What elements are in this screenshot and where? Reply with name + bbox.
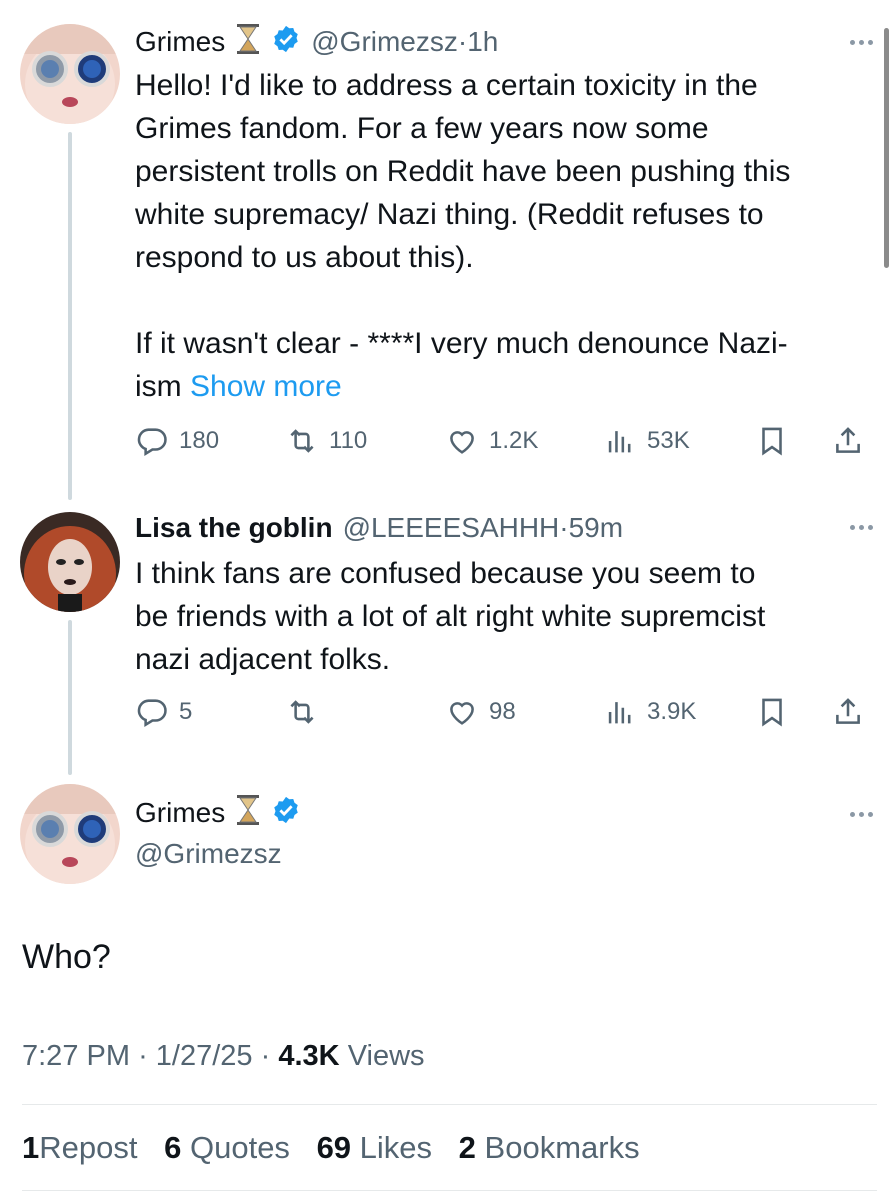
author-handle[interactable]: @LEEEESAHHH [343,512,560,544]
like-icon [445,695,479,729]
likes-stat[interactable]: 69 Likes [317,1130,432,1165]
quotes-stat[interactable]: 6 Quotes [164,1130,290,1165]
like-count: 98 [489,698,516,725]
share-icon [831,424,865,458]
share-icon [831,695,865,729]
reply-button[interactable]: 180 [135,421,219,461]
views-count: 3.9K [647,698,697,725]
tweet-time[interactable]: 1h [467,26,498,58]
avatar-lisa[interactable] [20,512,120,612]
bookmark-icon [755,424,789,458]
views-button[interactable]: 3.9K [603,692,696,732]
reposts-count: 1 [22,1130,40,1165]
reply-icon [135,695,169,729]
author-handle[interactable]: @Grimezsz [135,838,282,870]
reply-button[interactable]: 5 [135,692,192,732]
separator-dot: · [559,512,569,543]
text-line: I think fans are confused because you se… [135,557,756,590]
author-handle[interactable]: @Grimezsz [311,26,458,58]
main-tweet-text: Who? [22,938,111,976]
reposts-label: Repost [39,1130,138,1165]
tweet-date[interactable]: 1/27/25 [156,1040,253,1072]
separator-dot: · [457,26,468,57]
tweet-time[interactable]: 7:27 PM [22,1040,130,1072]
divider [22,1190,877,1191]
like-button[interactable]: 98 [445,692,516,732]
like-icon [445,424,479,458]
text-line: Grimes fandom. For a few years now some [135,112,709,145]
scrollbar[interactable] [884,28,889,268]
bookmarks-label: Bookmarks [484,1130,640,1165]
quotes-count: 6 [164,1130,182,1165]
like-count: 1.2K [489,427,539,454]
repost-count: 110 [329,427,368,454]
tweet-meta: 7:27 PM · 1/27/25 · 4.3K Views [22,1040,425,1073]
separator-dot: · [260,1040,271,1072]
reposts-stat[interactable]: 1Repost [22,1130,137,1165]
avatar-grimes[interactable] [20,24,120,124]
author-name[interactable]: Lisa the goblin [135,512,333,544]
show-more-link[interactable]: Show more [190,370,342,403]
hourglass-icon [235,23,261,62]
tweet-header: Grimes [135,794,301,833]
author-name[interactable]: Grimes [135,26,225,58]
thread-line [68,620,72,775]
bookmark-button[interactable] [755,421,789,461]
share-button[interactable] [831,421,865,461]
likes-label: Likes [359,1130,433,1165]
tweet-header: Lisa the goblin @LEEEESAHHH · 59m [135,510,623,546]
bookmark-icon [755,695,789,729]
bookmarks-stat[interactable]: 2 Bookmarks [459,1130,640,1165]
bookmarks-count: 2 [458,1130,476,1165]
tweet-actions: 180 110 1.2K 53K [135,421,870,461]
share-button[interactable] [831,692,865,732]
text-line: respond to us about this). [135,241,474,274]
bookmark-button[interactable] [755,692,789,732]
avatar-grimes[interactable] [20,784,120,884]
text-line: white supremacy/ Nazi thing. (Reddit ref… [135,198,764,231]
views-count: 53K [647,427,690,454]
more-icon[interactable] [850,812,873,817]
separator-dot: · [138,1040,148,1072]
tweet-header: Grimes @Grimezsz · 1h [135,23,498,62]
views-label: Views [347,1040,425,1072]
text-line: ism Show more [135,365,875,408]
views-icon [603,695,637,729]
repost-button[interactable]: 110 [285,421,367,461]
views-icon [603,424,637,458]
repost-icon [285,424,319,458]
verified-badge-icon [271,24,301,61]
tweet-time[interactable]: 59m [569,512,623,544]
tweet-actions: 5 98 3.9K [135,692,870,732]
divider [22,1104,877,1105]
views-count: 4.3K [278,1040,340,1072]
quotes-label: Quotes [189,1130,290,1165]
tweet-text: I think fans are confused because you se… [135,552,875,681]
text-line-end: ism [135,370,182,403]
repost-button[interactable] [285,692,319,732]
engagement-stats: 1Repost 6 Quotes 69 Likes 2 Bookmarks [22,1130,658,1166]
reply-count: 5 [179,698,193,725]
text-line: nazi adjacent folks. [135,643,391,676]
tweet-text: Hello! I'd like to address a certain tox… [135,64,875,408]
text-line: Hello! I'd like to address a certain tox… [135,69,758,102]
more-icon[interactable] [850,525,873,530]
text-line [135,279,875,322]
reply-count: 180 [179,427,220,454]
verified-badge-icon [271,795,301,832]
thread-line [68,132,72,500]
likes-count: 69 [316,1130,352,1165]
views-button[interactable]: 53K [603,421,690,461]
repost-icon [285,695,319,729]
like-button[interactable]: 1.2K [445,421,538,461]
hourglass-icon [235,794,261,833]
text-line: persistent trolls on Reddit have been pu… [135,155,791,188]
text-line: If it wasn't clear - ****I very much den… [135,327,788,360]
text-line: be friends with a lot of alt right white… [135,600,766,633]
author-name[interactable]: Grimes [135,797,225,829]
more-icon[interactable] [850,40,873,45]
reply-icon [135,424,169,458]
